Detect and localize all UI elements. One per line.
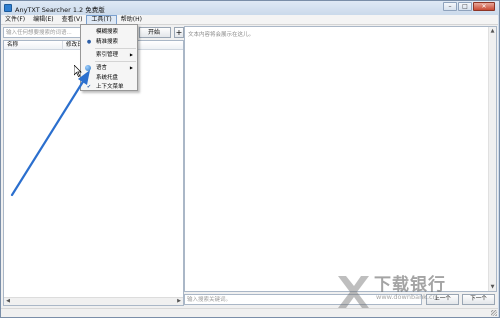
start-search-button[interactable]: 开始 xyxy=(139,27,171,38)
menu-item-exact-search[interactable]: ● 精准搜索 xyxy=(81,37,137,47)
close-button[interactable]: ✕ xyxy=(473,2,495,11)
menu-item-language[interactable]: 语言 ▶ xyxy=(81,63,137,73)
menu-separator xyxy=(95,48,136,49)
resize-grip-icon[interactable] xyxy=(491,310,497,316)
title-bar[interactable]: AnyTXT Searcher 1.2 免费版 – □ ✕ xyxy=(1,1,499,16)
menu-item-label: 索引管理 xyxy=(96,52,119,58)
menu-separator xyxy=(95,61,136,62)
radio-selected-icon: ● xyxy=(86,39,92,45)
scroll-right-icon[interactable]: ▶ xyxy=(175,298,183,305)
menu-edit[interactable]: 编辑(E) xyxy=(29,15,57,25)
menu-item-label: 模糊搜索 xyxy=(96,29,119,35)
preview-placeholder: 文本内容将会展示在这儿。 xyxy=(188,32,255,38)
menu-item-label: 系统托盘 xyxy=(96,75,119,81)
submenu-arrow-icon: ▶ xyxy=(129,52,133,57)
menu-item-label: 精准搜索 xyxy=(96,39,119,45)
preview-text-area[interactable]: 文本内容将会展示在这儿。 ▲ ▼ xyxy=(184,26,497,292)
globe-icon xyxy=(85,65,91,71)
menu-file[interactable]: 文件(F) xyxy=(1,15,29,25)
column-header-name[interactable]: 名称 xyxy=(4,41,62,50)
keyword-input[interactable] xyxy=(184,294,422,305)
menu-item-index-management[interactable]: 索引管理 ▶ xyxy=(81,50,137,60)
preview-pane: 文本内容将会展示在这儿。 ▲ ▼ 上一个 下一个 xyxy=(184,26,497,307)
menu-item-fuzzy-search[interactable]: 模糊搜索 xyxy=(81,27,137,37)
add-button[interactable]: + xyxy=(174,27,184,38)
menu-item-label: 语言 xyxy=(96,65,108,71)
tools-dropdown-menu: 模糊搜索 ● 精准搜索 索引管理 ▶ 语言 ▶ 系统托盘 ✔ 上下文菜单 xyxy=(80,24,138,91)
window-controls: – □ ✕ xyxy=(443,2,495,11)
app-logo-icon xyxy=(4,4,12,12)
menu-bar: 文件(F) 编辑(E) 查看(V) 工具(T) 帮助(H) xyxy=(1,15,498,25)
previous-match-button[interactable]: 上一个 xyxy=(426,294,459,305)
next-match-button[interactable]: 下一个 xyxy=(462,294,495,305)
submenu-arrow-icon: ▶ xyxy=(129,65,133,70)
scroll-left-icon[interactable]: ◀ xyxy=(4,298,12,305)
minimize-button[interactable]: – xyxy=(443,2,457,11)
menu-item-context-menu[interactable]: ✔ 上下文菜单 xyxy=(81,82,137,92)
menu-item-label: 上下文菜单 xyxy=(96,84,124,90)
scroll-up-icon[interactable]: ▲ xyxy=(489,27,496,35)
horizontal-scrollbar[interactable]: ◀ ▶ xyxy=(4,297,183,305)
maximize-button[interactable]: □ xyxy=(458,2,472,11)
scroll-down-icon[interactable]: ▼ xyxy=(489,283,496,291)
checkmark-icon: ✔ xyxy=(86,84,92,90)
mouse-cursor-icon xyxy=(74,65,82,77)
window-title: AnyTXT Searcher 1.2 免费版 xyxy=(15,6,105,14)
status-bar xyxy=(1,308,498,317)
vertical-scrollbar[interactable]: ▲ ▼ xyxy=(488,27,496,291)
